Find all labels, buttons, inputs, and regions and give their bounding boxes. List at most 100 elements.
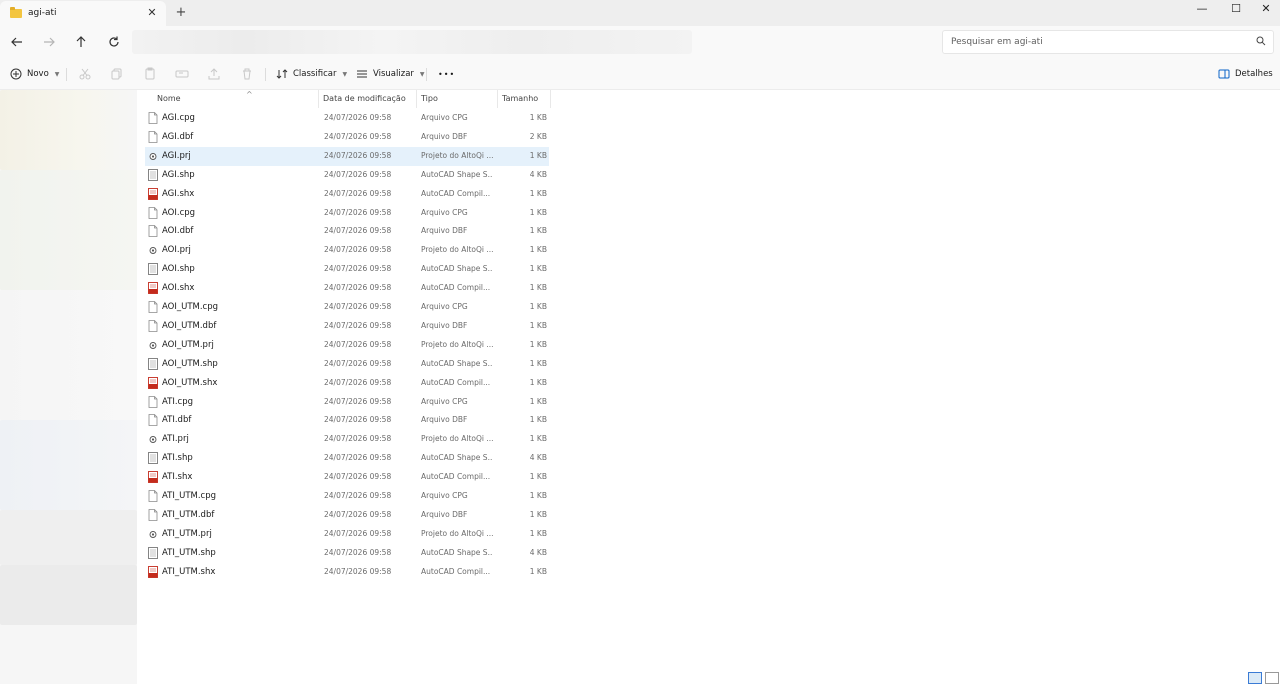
forward-button[interactable] bbox=[41, 34, 57, 50]
sort-icon bbox=[276, 69, 288, 79]
file-row[interactable]: AGI.shx 24/07/2026 09:58 AutoCAD Compil...… bbox=[145, 185, 549, 204]
file-name: AOI.dbf bbox=[162, 226, 194, 237]
breadcrumb[interactable] bbox=[132, 30, 692, 54]
file-type: AutoCAD Compil... bbox=[421, 188, 491, 198]
file-row[interactable]: AOI.prj 24/07/2026 09:58 Projeto do AltoQi… bbox=[145, 241, 549, 260]
file-type: Arquivo CPG bbox=[421, 113, 468, 122]
sidebar-section bbox=[0, 90, 137, 170]
file-date: 24/07/2026 09:58 bbox=[324, 188, 392, 198]
file-row[interactable]: AOI_UTM.shx 24/07/2026 09:58 AutoCAD Compi… bbox=[145, 374, 549, 393]
details-button[interactable]: Detalhes bbox=[1218, 66, 1273, 82]
file-row[interactable]: ATI.shx 24/07/2026 09:58 AutoCAD Compil...… bbox=[145, 468, 549, 487]
file-row[interactable]: ATI.cpg 24/07/2026 09:58 Arquivo CPG 1 KB bbox=[145, 393, 549, 412]
file-name: AOI_UTM.prj bbox=[162, 339, 214, 350]
file-row[interactable]: ATI.shp 24/07/2026 09:58 AutoCAD Shape S..… bbox=[145, 449, 549, 468]
file-name: AGI.shp bbox=[162, 169, 195, 180]
file-row[interactable]: AGI.dbf 24/07/2026 09:58 Arquivo DBF 2 KB bbox=[145, 128, 549, 147]
file-row[interactable]: AOI_UTM.prj 24/07/2026 09:58 Projeto do Al… bbox=[145, 336, 549, 355]
view-button[interactable]: Visualizar ▼ bbox=[356, 66, 425, 82]
file-row[interactable]: AOI.dbf 24/07/2026 09:58 Arquivo DBF 1 KB bbox=[145, 222, 549, 241]
file-row[interactable]: ATI_UTM.prj 24/07/2026 09:58 Projeto do Al… bbox=[145, 525, 549, 544]
file-row[interactable]: ATI_UTM.dbf 24/07/2026 09:58 Arquivo DBF 1 … bbox=[145, 506, 549, 525]
tab-close-icon[interactable]: ✕ bbox=[146, 7, 158, 19]
file-type: Arquivo DBF bbox=[421, 415, 468, 425]
search-input[interactable] bbox=[951, 35, 1241, 49]
share-button[interactable] bbox=[207, 67, 221, 81]
file-row[interactable]: ATI_UTM.cpg 24/07/2026 09:58 Arquivo CPG 1 … bbox=[145, 487, 549, 506]
paste-button[interactable] bbox=[143, 67, 157, 81]
tiles-view-toggle[interactable] bbox=[1265, 672, 1279, 684]
file-date: 24/07/2026 09:58 bbox=[324, 150, 392, 160]
sort-button[interactable]: Classificar ▼ bbox=[276, 66, 347, 82]
file-type: Projeto do AltoQi ... bbox=[421, 339, 493, 349]
file-row[interactable]: AOI_UTM.cpg 24/07/2026 09:58 Arquivo CPG 1 … bbox=[145, 298, 549, 317]
command-bar: Novo ▼ Classificar ▼ Visualizar ▼ ••• De… bbox=[0, 58, 1280, 90]
copy-icon bbox=[111, 68, 122, 80]
file-row[interactable]: AGI.cpg 24/07/2026 09:58 Arquivo CPG 1 KB bbox=[145, 109, 549, 128]
file-type: AutoCAD Shape S... bbox=[421, 169, 493, 179]
file-name: AOI.shp bbox=[162, 264, 195, 275]
file-row[interactable]: AGI.shp 24/07/2026 09:58 AutoCAD Shape S..… bbox=[145, 166, 549, 185]
maximize-button[interactable]: ☐ bbox=[1226, 2, 1246, 16]
file-date: 24/07/2026 09:58 bbox=[324, 547, 392, 557]
close-window-button[interactable]: ✕ bbox=[1256, 2, 1276, 16]
sidebar-section bbox=[0, 510, 137, 565]
column-header-type[interactable]: Tipo bbox=[417, 90, 498, 108]
file-name: AOI_UTM.cpg bbox=[162, 302, 219, 312]
refresh-button[interactable] bbox=[106, 34, 122, 50]
file-size: 1 KB bbox=[529, 339, 547, 349]
file-row[interactable]: AGI.prj 24/07/2026 09:58 Projeto do AltoQi… bbox=[145, 146, 549, 166]
file-type: AutoCAD Compil... bbox=[421, 472, 491, 482]
file-type: Arquivo DBF bbox=[421, 509, 468, 519]
file-icon bbox=[148, 414, 158, 427]
back-button[interactable] bbox=[9, 34, 25, 50]
column-header-name[interactable]: Nome ^ bbox=[153, 90, 319, 108]
file-icon bbox=[148, 319, 158, 332]
file-name: AOI.shx bbox=[162, 283, 195, 294]
more-icon: ••• bbox=[438, 69, 456, 79]
file-row[interactable]: ATI.dbf 24/07/2026 09:58 Arquivo DBF 1 KB bbox=[145, 411, 549, 430]
up-button[interactable] bbox=[73, 34, 89, 50]
file-size: 4 KB bbox=[529, 453, 547, 463]
file-row[interactable]: AOI.shp 24/07/2026 09:58 AutoCAD Shape S..… bbox=[145, 260, 549, 279]
file-name: ATI_UTM.shx bbox=[162, 566, 216, 577]
file-row[interactable]: AOI_UTM.dbf 24/07/2026 09:58 Arquivo DBF 1 … bbox=[145, 317, 549, 336]
column-header-date[interactable]: Data de modificação bbox=[319, 90, 417, 108]
file-size: 4 KB bbox=[529, 169, 547, 179]
new-button[interactable]: Novo ▼ bbox=[10, 66, 59, 82]
file-icon bbox=[148, 490, 158, 502]
trash-icon bbox=[243, 68, 251, 80]
file-date: 24/07/2026 09:58 bbox=[324, 396, 392, 406]
prj-icon bbox=[148, 150, 158, 162]
file-size: 1 KB bbox=[529, 113, 547, 122]
details-view-toggle[interactable] bbox=[1248, 672, 1262, 684]
file-date: 24/07/2026 09:58 bbox=[324, 453, 392, 463]
file-type: Projeto do AltoQi ... bbox=[421, 528, 493, 538]
sidebar-section bbox=[0, 565, 137, 625]
file-row[interactable]: ATI_UTM.shp 24/07/2026 09:58 AutoCAD Shape… bbox=[145, 544, 549, 563]
column-header-size[interactable]: Tamanho bbox=[498, 90, 551, 108]
tab-agi-ati[interactable]: agi-ati ✕ bbox=[0, 1, 166, 26]
column-name-label: Nome bbox=[157, 94, 181, 103]
more-options-button[interactable]: ••• bbox=[438, 66, 455, 82]
file-size: 1 KB bbox=[529, 509, 547, 519]
minimize-button[interactable]: — bbox=[1192, 2, 1212, 16]
shp-icon bbox=[148, 546, 158, 559]
rename-icon bbox=[175, 70, 189, 78]
copy-button[interactable] bbox=[110, 67, 124, 81]
arrow-left-icon bbox=[11, 37, 22, 47]
cut-button[interactable] bbox=[78, 67, 92, 81]
navigation-pane[interactable] bbox=[0, 90, 137, 684]
shp-icon bbox=[148, 357, 158, 370]
prj-icon bbox=[148, 433, 158, 445]
search-box[interactable] bbox=[942, 30, 1274, 54]
new-tab-button[interactable]: + bbox=[174, 6, 188, 20]
rename-button[interactable] bbox=[175, 67, 189, 81]
delete-button[interactable] bbox=[240, 67, 254, 81]
column-date-label: Data de modificação bbox=[323, 94, 406, 103]
file-row[interactable]: ATI.prj 24/07/2026 09:58 Projeto do AltoQi… bbox=[145, 430, 549, 449]
file-row[interactable]: AOI_UTM.shp 24/07/2026 09:58 AutoCAD Shape… bbox=[145, 355, 549, 374]
file-row[interactable]: AOI.cpg 24/07/2026 09:58 Arquivo CPG 1 KB bbox=[145, 204, 549, 223]
file-row[interactable]: AOI.shx 24/07/2026 09:58 AutoCAD Compil...… bbox=[145, 279, 549, 298]
file-row[interactable]: ATI_UTM.shx 24/07/2026 09:58 AutoCAD Compi… bbox=[145, 563, 549, 582]
